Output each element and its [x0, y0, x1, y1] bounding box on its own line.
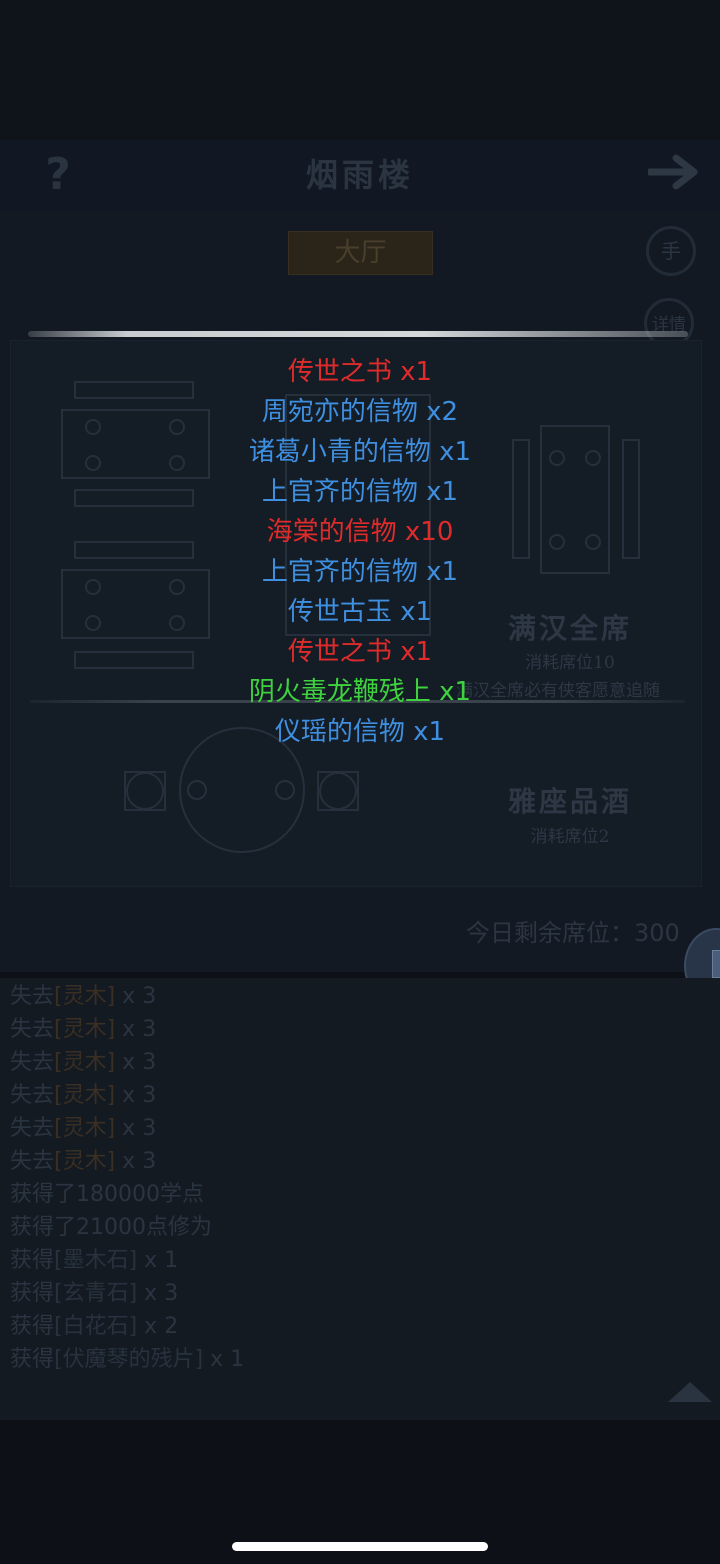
reward-name: 传世之书 [287, 357, 392, 387]
log-line: 获得[伏魔琴的残片] x 1 [10, 1346, 244, 1379]
log-item: [灵木] [54, 1017, 116, 1042]
log-line: 获得[墨木石] x 1 [10, 1247, 244, 1280]
seat-option-wine[interactable]: 雅座品酒 [460, 780, 680, 820]
log-item: [白花石] [54, 1314, 138, 1339]
log-text: 失去 [10, 1149, 55, 1174]
log-text: 获得 [10, 1347, 55, 1372]
log-qty: x 3 [115, 1017, 157, 1042]
log-list: 失去[灵木] x 3 失去[灵木] x 3 失去[灵木] x 3 失去[灵木] x 3… [10, 983, 244, 1379]
log-item: [灵木] [54, 1116, 116, 1141]
reward-name: 周宛亦的信物 [261, 397, 418, 427]
reward-item: 传世之书 x1 [0, 632, 720, 672]
reward-item: 阴火毒龙鞭残上 x1 [0, 672, 720, 712]
log-line: 失去[灵木] x 3 [10, 1115, 244, 1148]
log-text: 获得 [10, 1248, 55, 1273]
page-title: 烟雨楼 [305, 156, 414, 194]
lantern-icon [712, 950, 720, 978]
log-text: 失去 [10, 984, 55, 1009]
reward-name: 上官齐的信物 [261, 557, 418, 587]
divider-brush-top [28, 331, 688, 337]
log-qty: x 2 [137, 1314, 179, 1339]
reward-qty: x1 [391, 637, 433, 667]
tab-hall[interactable]: 大厅 [288, 231, 433, 275]
log-qty: x 3 [115, 1083, 157, 1108]
log-qty: x 1 [203, 1347, 245, 1372]
reward-name: 海棠的信物 [266, 517, 397, 547]
reward-qty: x2 [417, 397, 459, 427]
reward-item: 仪瑶的信物 x1 [0, 712, 720, 752]
reward-item: 上官齐的信物 x1 [0, 552, 720, 592]
seat-wine-cost: 消耗席位2 [530, 827, 610, 847]
hand-button[interactable]: 手 [646, 226, 696, 276]
reward-name: 诸葛小青的信物 [248, 437, 431, 467]
log-line: 失去[灵木] x 3 [10, 1148, 244, 1181]
log-line: 失去[灵木] x 3 [10, 1082, 244, 1115]
reward-qty: x1 [430, 437, 472, 467]
arrow-right-icon[interactable] [648, 152, 704, 192]
log-text: 获得了180000学点 [10, 1182, 204, 1207]
reward-qty: x1 [391, 357, 433, 387]
reward-name: 传世古玉 [287, 597, 392, 627]
reward-name: 上官齐的信物 [261, 477, 418, 507]
reward-name: 传世之书 [287, 637, 392, 667]
log-line: 获得了21000点修为 [10, 1214, 244, 1247]
reward-qty: x1 [404, 717, 446, 747]
log-text: 获得了21000点修为 [10, 1215, 212, 1240]
log-qty: x 3 [115, 1116, 157, 1141]
reward-popup-list: 传世之书 x1 周宛亦的信物 x2 诸葛小青的信物 x1 上官齐的信物 x1 海棠的信物… [0, 352, 720, 752]
log-line: 失去[灵木] x 3 [10, 983, 244, 1016]
log-text: 失去 [10, 1116, 55, 1141]
reward-name: 仪瑶的信物 [274, 717, 405, 747]
log-qty: x 3 [115, 984, 157, 1009]
reward-qty: x1 [417, 557, 459, 587]
log-qty: x 3 [137, 1281, 179, 1306]
reward-item: 传世古玉 x1 [0, 592, 720, 632]
log-item: [伏魔琴的残片] [54, 1347, 204, 1372]
log-text: 失去 [10, 1050, 55, 1075]
reward-name: 阴火毒龙鞭残上 [248, 677, 431, 707]
scroll-up-icon[interactable] [668, 1382, 712, 1402]
log-text: 获得 [10, 1314, 55, 1339]
log-qty: x 3 [115, 1149, 157, 1174]
log-text: 获得 [10, 1281, 55, 1306]
log-line: 获得[白花石] x 2 [10, 1313, 244, 1346]
reward-item: 诸葛小青的信物 x1 [0, 432, 720, 472]
reward-qty: x1 [417, 477, 459, 507]
log-item: [灵木] [54, 1050, 116, 1075]
log-line: 获得了180000学点 [10, 1181, 244, 1214]
log-item: [灵木] [54, 984, 116, 1009]
log-item: [灵木] [54, 1149, 116, 1174]
log-item: [墨木石] [54, 1248, 138, 1273]
seat-wine-title: 雅座品酒 [507, 785, 632, 818]
reward-qty: x1 [391, 597, 433, 627]
log-qty: x 3 [115, 1050, 157, 1075]
remaining-seats: 今日剩余席位：300 [466, 919, 680, 947]
reward-qty: x1 [430, 677, 472, 707]
log-line: 失去[灵木] x 3 [10, 1016, 244, 1049]
reward-item: 周宛亦的信物 x2 [0, 392, 720, 432]
status-bar-area [0, 0, 720, 140]
log-qty: x 1 [137, 1248, 179, 1273]
log-item: [灵木] [54, 1083, 116, 1108]
log-line: 获得[玄青石] x 3 [10, 1280, 244, 1313]
log-line: 失去[灵木] x 3 [10, 1049, 244, 1082]
reward-item: 传世之书 x1 [0, 352, 720, 392]
reward-item: 上官齐的信物 x1 [0, 472, 720, 512]
log-item: [玄青石] [54, 1281, 138, 1306]
log-text: 失去 [10, 1083, 55, 1108]
reward-item: 海棠的信物 x10 [0, 512, 720, 552]
log-text: 失去 [10, 1017, 55, 1042]
home-indicator[interactable] [232, 1542, 488, 1551]
reward-qty: x10 [396, 517, 454, 547]
